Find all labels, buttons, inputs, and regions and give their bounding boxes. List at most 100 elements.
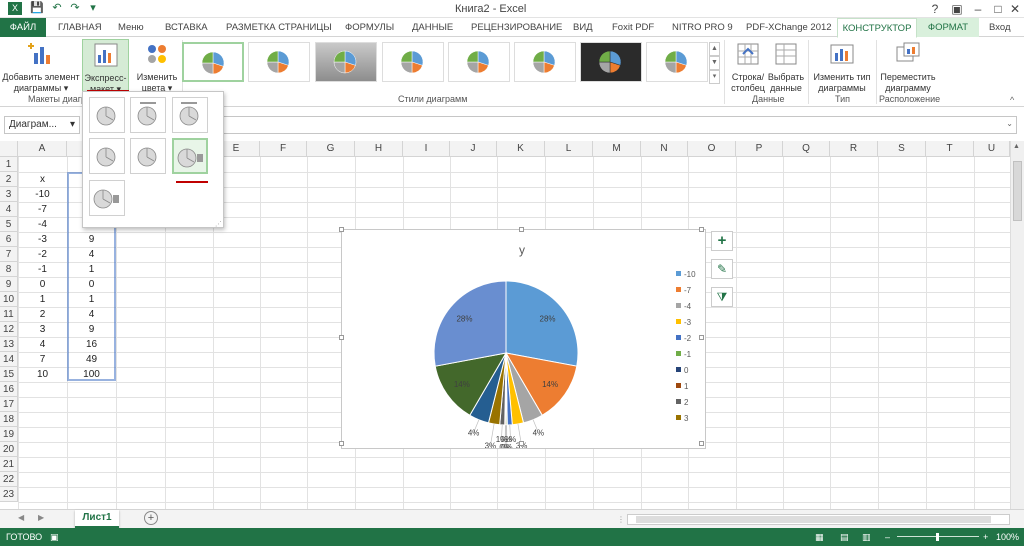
layout-option-2[interactable] <box>130 97 166 133</box>
chart-resize-handle[interactable] <box>519 227 524 232</box>
collapse-ribbon-icon[interactable]: ^ <box>1010 95 1014 105</box>
row-header[interactable]: 4 <box>0 202 18 217</box>
cell-a2[interactable]: x <box>18 172 67 187</box>
row-header[interactable]: 16 <box>0 382 18 397</box>
tab-file[interactable]: ФАЙЛ <box>0 18 46 37</box>
column-header[interactable]: J <box>450 141 497 157</box>
tab-sign-in[interactable]: Вход <box>989 18 1011 37</box>
name-box-dropdown-icon[interactable]: ▾ <box>70 117 75 133</box>
chart-resize-handle[interactable] <box>699 335 704 340</box>
chart-resize-handle[interactable] <box>339 335 344 340</box>
column-header[interactable]: P <box>736 141 783 157</box>
select-all-corner[interactable] <box>0 141 18 157</box>
layout-option-3[interactable] <box>172 97 208 133</box>
column-header[interactable]: S <box>878 141 926 157</box>
row-header[interactable]: 20 <box>0 442 18 457</box>
chart-style-6[interactable] <box>514 42 576 82</box>
tab-data[interactable]: ДАННЫЕ <box>412 18 453 37</box>
add-chart-element-button[interactable]: Добавить элемент диаграммы ▾ <box>2 41 80 94</box>
horizontal-scrollbar[interactable] <box>627 514 1010 525</box>
layout-option-7[interactable] <box>89 180 125 216</box>
tab-pdf-xchange[interactable]: PDF-XChange 2012 <box>746 18 832 37</box>
cell-x-value[interactable]: 10 <box>18 367 67 382</box>
row-header[interactable]: 9 <box>0 277 18 292</box>
prev-sheet-icon[interactable]: ◀ <box>18 513 24 522</box>
row-header[interactable]: 2 <box>0 172 18 187</box>
chart-style-2[interactable] <box>248 42 310 82</box>
vertical-scrollbar[interactable]: ▲ <box>1010 141 1024 509</box>
cell-x-value[interactable]: -1 <box>18 262 67 277</box>
cell-x-value[interactable]: 0 <box>18 277 67 292</box>
column-header[interactable]: U <box>974 141 1010 157</box>
column-header[interactable]: M <box>593 141 641 157</box>
macro-record-icon[interactable]: ▣ <box>50 528 59 546</box>
zoom-out-icon[interactable]: – <box>885 528 890 546</box>
ribbon-options-icon[interactable]: ▣ <box>947 1 967 17</box>
change-chart-type-button[interactable]: Изменить тип диаграммы <box>810 41 874 94</box>
row-header[interactable]: 23 <box>0 487 18 502</box>
quick-layout-button[interactable]: Экспресс- макет ▾ <box>82 39 129 94</box>
undo-icon[interactable]: ↶ <box>50 2 64 15</box>
hscroll-split-icon[interactable]: ⋮ <box>617 515 625 524</box>
column-header[interactable]: R <box>830 141 878 157</box>
column-header[interactable]: H <box>355 141 403 157</box>
sheet-tab-1[interactable]: Лист1 <box>75 510 119 528</box>
column-header[interactable]: O <box>688 141 736 157</box>
tab-formulas[interactable]: ФОРМУЛЫ <box>345 18 394 37</box>
tab-menu[interactable]: Меню <box>118 18 144 37</box>
chart-resize-handle[interactable] <box>339 227 344 232</box>
close-icon[interactable]: ✕ <box>1005 1 1024 17</box>
row-header[interactable]: 10 <box>0 292 18 307</box>
row-header[interactable]: 22 <box>0 472 18 487</box>
row-header[interactable]: 18 <box>0 412 18 427</box>
cell-x-value[interactable]: -3 <box>18 232 67 247</box>
column-header[interactable]: I <box>403 141 450 157</box>
row-header[interactable]: 17 <box>0 397 18 412</box>
change-colors-button[interactable]: Изменить цвета ▾ <box>132 41 182 94</box>
cell-x-value[interactable]: -10 <box>18 187 67 202</box>
page-break-view-icon[interactable]: ▥ <box>862 528 871 546</box>
chart-style-7[interactable] <box>580 42 642 82</box>
tab-view[interactable]: ВИД <box>573 18 593 37</box>
formula-input[interactable]: ⌄ <box>221 116 1017 134</box>
column-header[interactable]: L <box>545 141 593 157</box>
cell-x-value[interactable]: 1 <box>18 292 67 307</box>
row-header[interactable]: 21 <box>0 457 18 472</box>
next-sheet-icon[interactable]: ▶ <box>38 513 44 522</box>
row-header[interactable]: 12 <box>0 322 18 337</box>
move-chart-button[interactable]: Переместить диаграмму <box>878 41 938 94</box>
zoom-slider-thumb[interactable] <box>936 533 939 541</box>
column-header[interactable]: N <box>641 141 688 157</box>
tab-insert[interactable]: ВСТАВКА <box>165 18 208 37</box>
row-header[interactable]: 11 <box>0 307 18 322</box>
chart-styles-button[interactable]: ✎ <box>711 259 733 279</box>
layout-option-5[interactable] <box>130 138 166 174</box>
tab-chart-format[interactable]: ФОРМАТ <box>917 18 979 37</box>
hscroll-thumb[interactable] <box>636 516 991 523</box>
cell-x-value[interactable]: -7 <box>18 202 67 217</box>
switch-row-column-button[interactable]: Строка/ столбец <box>729 41 767 94</box>
chart-resize-handle[interactable] <box>699 227 704 232</box>
scroll-up-icon[interactable]: ▲ <box>1013 143 1023 153</box>
tab-review[interactable]: РЕЦЕНЗИРОВАНИЕ <box>471 18 562 37</box>
add-sheet-icon[interactable]: + <box>144 511 158 525</box>
select-data-button[interactable]: Выбрать данные <box>767 41 805 94</box>
row-header[interactable]: 19 <box>0 427 18 442</box>
column-header[interactable]: A <box>18 141 67 157</box>
column-header[interactable]: Q <box>783 141 830 157</box>
row-header[interactable]: 5 <box>0 217 18 232</box>
quick-access-dropdown-icon[interactable]: ▾ <box>86 2 100 15</box>
chart-resize-handle[interactable] <box>519 441 524 446</box>
expand-formula-icon[interactable]: ⌄ <box>1006 119 1013 128</box>
chart-style-3[interactable] <box>315 42 377 82</box>
row-header[interactable]: 15 <box>0 367 18 382</box>
chart-style-8[interactable] <box>646 42 708 82</box>
cell-x-value[interactable]: 4 <box>18 337 67 352</box>
cell-x-value[interactable]: -2 <box>18 247 67 262</box>
column-header[interactable]: T <box>926 141 974 157</box>
chart-resize-handle[interactable] <box>339 441 344 446</box>
scroll-thumb[interactable] <box>1013 161 1022 221</box>
styles-more-icon[interactable]: ▾ <box>709 70 720 84</box>
column-header[interactable]: F <box>260 141 307 157</box>
help-icon[interactable]: ? <box>925 1 945 17</box>
